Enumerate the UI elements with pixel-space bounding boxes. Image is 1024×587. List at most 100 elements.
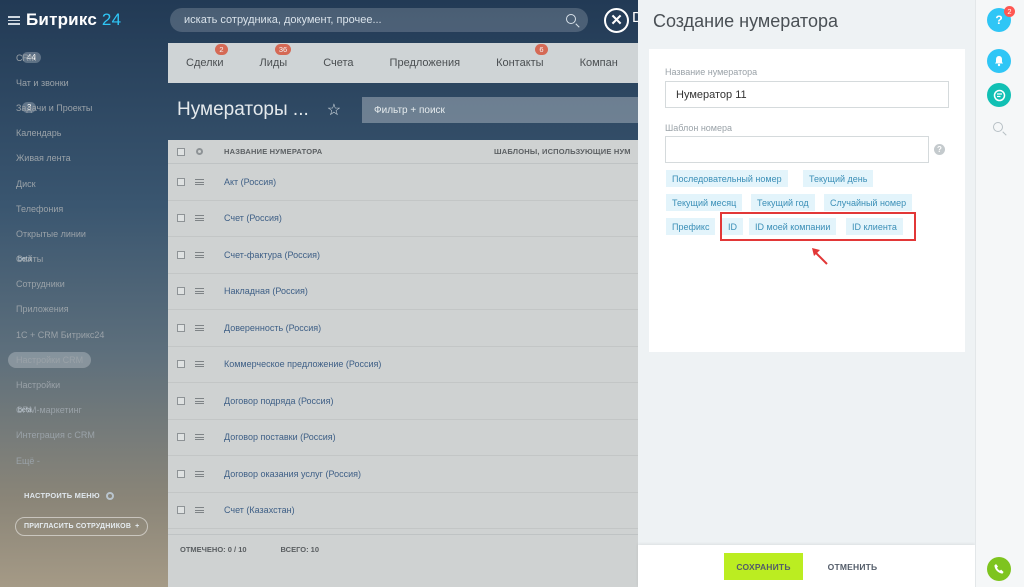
table-row[interactable]: Договор подряда (Россия) [168,383,638,420]
logo[interactable]: Битрикс 24 [8,10,121,30]
tab-badge: 6 [535,44,548,55]
rail-search-icon[interactable] [993,122,1003,132]
crm-tab[interactable]: Лиды 36 [260,44,292,69]
numerator-name-link[interactable]: Коммерческое предложение (Россия) [224,359,381,369]
notifications-button[interactable] [987,49,1011,73]
crm-tab[interactable]: Сделки 2 [186,44,228,69]
sidebar-item[interactable]: Настройки [16,372,166,397]
crm-tab[interactable]: Счета [323,57,353,69]
row-actions-menu-icon[interactable] [195,324,204,331]
phone-button[interactable] [987,557,1011,581]
table-row[interactable]: Счет-фактура (Россия) [168,237,638,274]
sidebar-item[interactable]: Сотрудники [16,272,166,297]
table-row[interactable]: Доверенность (Россия) [168,310,638,347]
table-row[interactable]: Накладная (Россия) [168,274,638,310]
numerator-name-link[interactable]: Договор поставки (Россия) [224,432,336,442]
grid-settings-gear-icon[interactable] [196,148,203,155]
template-chip[interactable]: Случайный номер [824,194,913,211]
configure-menu-button[interactable]: НАСТРОИТЬ МЕНЮ [24,491,114,500]
row-checkbox[interactable] [177,287,185,296]
sidebar-item[interactable]: Чат и звонки [16,70,166,95]
save-button[interactable]: СОХРАНИТЬ [724,553,803,580]
column-header-templates[interactable]: ШАБЛОНЫ, ИСПОЛЬЗУЮЩИЕ НУМ [494,147,631,156]
row-checkbox[interactable] [177,433,185,442]
row-actions-menu-icon[interactable] [195,215,204,222]
table-row[interactable]: Счет (Казахстан) [168,493,638,529]
numerator-name-input[interactable]: Нумератор 11 [665,81,949,108]
row-checkbox[interactable] [177,360,185,369]
row-actions-menu-icon[interactable] [195,361,204,368]
sidebar-item[interactable]: Живая лента [16,146,166,171]
global-search-input[interactable]: искать сотрудника, документ, прочее... [170,8,588,32]
tab-label: Сделки [186,57,224,69]
sidebar-item[interactable]: CRM 44 [16,45,166,70]
row-checkbox[interactable] [177,506,185,515]
template-chip[interactable]: Текущий день [803,170,874,187]
tab-badge: 2 [215,44,228,55]
sidebar-item[interactable]: CRM-маркетинг beta [16,398,166,423]
row-checkbox[interactable] [177,396,185,405]
sidebar-item[interactable]: Настройки CRM [8,347,166,372]
help-badge: 2 [1004,6,1015,17]
numerator-name-link[interactable]: Акт (Россия) [224,177,276,187]
crm-tab[interactable]: Компан [580,57,618,69]
row-checkbox[interactable] [177,177,185,186]
numerator-name-link[interactable]: Договор оказания услуг (Россия) [224,469,361,479]
filter-search-input[interactable]: Фильтр + поиск [362,97,638,123]
numerator-name-link[interactable]: Счет-фактура (Россия) [224,250,320,260]
sidebar-item-label: Диск [16,178,36,189]
sidebar-item[interactable]: Открытые линии [16,221,166,246]
search-icon[interactable] [566,14,576,24]
sidebar-item[interactable]: Задачи и Проекты 3 [16,95,166,120]
sidebar-item[interactable]: Диск [16,171,166,196]
numerator-name-link[interactable]: Доверенность (Россия) [224,323,321,333]
panel-title: Создание нумератора [653,11,839,31]
row-checkbox[interactable] [177,323,185,332]
row-actions-menu-icon[interactable] [195,434,204,441]
sidebar-item[interactable]: Интеграция с CRM [16,423,166,448]
crm-tab[interactable]: Предложения [390,57,461,69]
row-checkbox[interactable] [177,469,185,478]
sidebar-item-label: CRM-маркетинг [16,405,82,416]
select-all-checkbox[interactable] [177,147,185,156]
close-slider-button[interactable]: ✕ [604,8,629,33]
table-row[interactable]: Договор поставки (Россия) [168,420,638,456]
table-row[interactable]: Коммерческое предложение (Россия) [168,347,638,383]
row-checkbox[interactable] [177,250,185,259]
sidebar-item[interactable]: Телефония [16,196,166,221]
row-checkbox[interactable] [177,214,185,223]
sidebar-item[interactable]: 1С + CRM Битрикс24 [16,322,166,347]
template-chip[interactable]: Префикс [666,218,716,235]
tab-label: Контакты [496,57,544,69]
column-header-name[interactable]: НАЗВАНИЕ НУМЕРАТОРА [224,147,494,156]
template-chip[interactable]: Последовательный номер [666,170,788,187]
sidebar-item[interactable]: Сайты beta [16,247,166,272]
help-icon[interactable]: ? [934,144,945,155]
table-row[interactable]: Акт (Россия) [168,164,638,201]
row-actions-menu-icon[interactable] [195,470,204,477]
table-row[interactable]: Договор оказания услуг (Россия) [168,456,638,493]
row-actions-menu-icon[interactable] [195,178,204,185]
sidebar-item[interactable]: Ещё - [16,448,166,473]
template-chip[interactable]: Текущий год [751,194,815,211]
messenger-button[interactable] [987,83,1011,107]
cancel-button[interactable]: ОТМЕНИТЬ [818,553,887,580]
numerator-name-link[interactable]: Договор подряда (Россия) [224,396,333,406]
menu-burger-icon[interactable] [8,15,20,25]
row-actions-menu-icon[interactable] [195,507,204,514]
invite-employees-button[interactable]: ПРИГЛАСИТЬ СОТРУДНИКОВ + [15,517,148,536]
template-chip[interactable]: Текущий месяц [666,194,743,211]
numerator-name-link[interactable]: Счет (Россия) [224,213,282,223]
numerator-name-link[interactable]: Счет (Казахстан) [224,505,295,515]
star-icon[interactable]: ☆ [327,100,341,120]
sidebar-item[interactable]: Приложения [16,297,166,322]
row-actions-menu-icon[interactable] [195,397,204,404]
table-row[interactable]: Счет (Россия) [168,201,638,237]
numerator-form: Название нумератора Нумератор 11 Шаблон … [649,49,965,352]
number-template-input[interactable] [665,136,929,163]
numerator-name-link[interactable]: Накладная (Россия) [224,286,308,296]
sidebar-item[interactable]: Календарь [16,121,166,146]
row-actions-menu-icon[interactable] [195,288,204,295]
row-actions-menu-icon[interactable] [195,251,204,258]
crm-tab[interactable]: Контакты 6 [496,44,548,69]
